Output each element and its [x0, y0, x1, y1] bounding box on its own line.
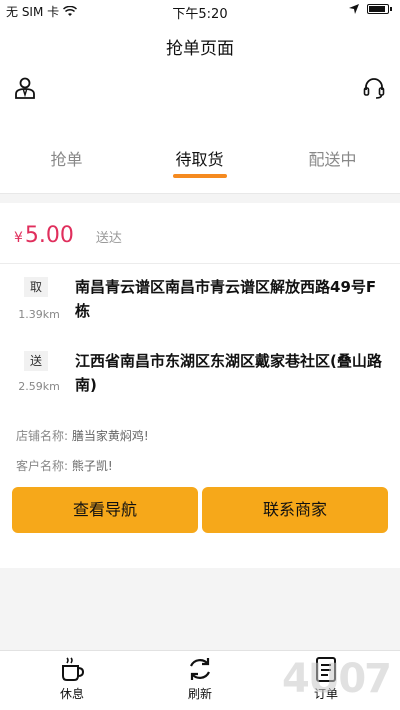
- tab-delivering[interactable]: 配送中: [266, 146, 399, 170]
- active-tab-indicator: [173, 174, 227, 178]
- location-arrow-icon: [349, 4, 359, 14]
- price-row: ¥ 5.00 送达: [14, 223, 122, 248]
- delivery-tag: 送: [24, 351, 48, 371]
- store-name-line: 店铺名称: 膳当家黄焖鸡!: [16, 427, 149, 444]
- battery-icon: [367, 4, 389, 14]
- delivery-address: 江西省南昌市东湖区东湖区戴家巷社区(叠山路南): [75, 352, 382, 394]
- bottom-nav-rest-label: 休息: [59, 687, 84, 701]
- pickup-tag: 取: [24, 277, 48, 297]
- status-bar: 无 SIM 卡 下午5:20: [0, 0, 400, 22]
- customer-label: 客户名称:: [16, 459, 69, 473]
- delivery-distance: 2.59km: [18, 380, 60, 393]
- price-note: 送达: [95, 231, 122, 246]
- store-label: 店铺名称:: [16, 429, 69, 443]
- pickup-address: 南昌青云谱区南昌市青云谱区解放西路49号F栋: [75, 278, 377, 320]
- page-title: 抢单页面: [166, 39, 234, 59]
- customer-value: 熊子凯!: [71, 459, 113, 473]
- bottom-nav-rest[interactable]: 休息: [42, 655, 102, 702]
- contact-merchant-button[interactable]: 联系商家: [202, 487, 388, 533]
- battery-tip: [390, 7, 392, 11]
- header-icon-row: [0, 70, 400, 110]
- divider: [0, 263, 400, 264]
- user-icon[interactable]: [14, 76, 36, 100]
- coffee-cup-icon: [62, 657, 85, 681]
- status-time: 下午5:20: [172, 7, 228, 22]
- order-tabs: 抢单 待取货 配送中: [0, 110, 400, 194]
- view-navigation-button[interactable]: 查看导航: [12, 487, 198, 533]
- tab-waiting-pickup[interactable]: 待取货: [133, 146, 266, 170]
- nav-bar: 抢单页面: [0, 22, 400, 70]
- order-card: ¥ 5.00 送达 取 1.39km 南昌青云谱区南昌市青云谱区解放西路49号F…: [0, 203, 400, 568]
- customer-name-line: 客户名称: 熊子凯!: [16, 457, 113, 474]
- refresh-icon: [189, 658, 211, 680]
- price-value: 5.00: [24, 223, 74, 248]
- store-value: 膳当家黄焖鸡!: [71, 429, 149, 443]
- headset-icon[interactable]: [362, 76, 386, 100]
- pickup-distance: 1.39km: [18, 308, 60, 321]
- tab-grab-order[interactable]: 抢单: [0, 146, 133, 170]
- bottom-nav-refresh[interactable]: 刷新: [170, 655, 230, 702]
- bottom-nav-refresh-label: 刷新: [187, 687, 212, 701]
- price-symbol: ¥: [14, 230, 23, 246]
- watermark-logo: 4U07: [282, 656, 392, 702]
- status-right: [349, 4, 392, 14]
